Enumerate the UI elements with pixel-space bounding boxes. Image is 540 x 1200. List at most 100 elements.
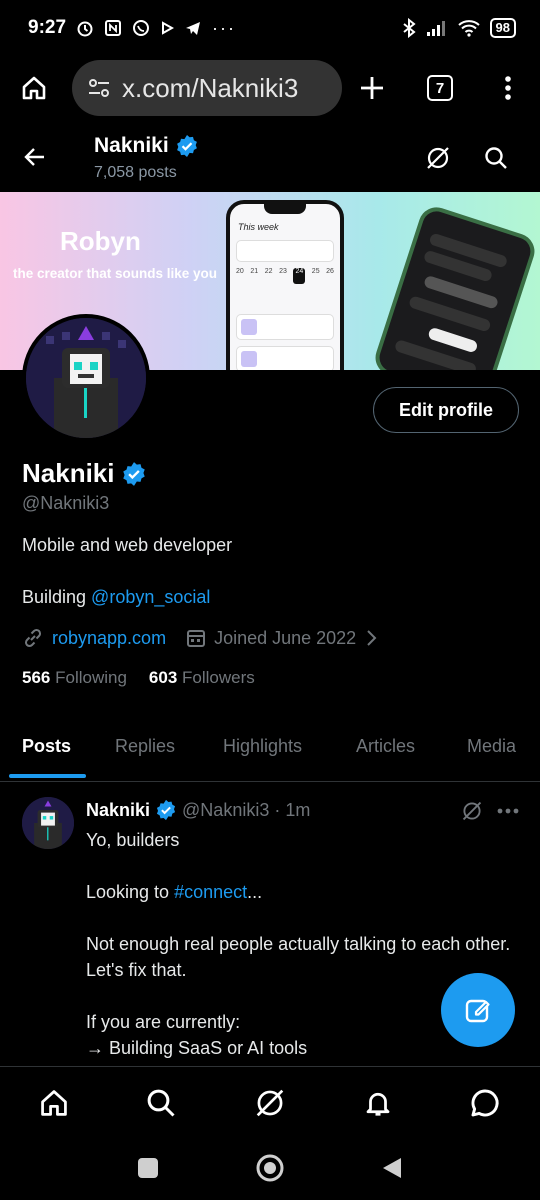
home-icon [41, 1090, 67, 1116]
profile-tabs: Posts Replies Highlights Articles Media [0, 720, 540, 782]
verified-badge-icon [156, 799, 176, 821]
system-home-button[interactable] [254, 1152, 286, 1184]
tab-articles[interactable]: Articles [356, 736, 415, 757]
plus-icon [361, 77, 383, 99]
browser-menu-button[interactable] [488, 68, 528, 108]
more-horizontal-icon [497, 808, 519, 814]
verified-badge-icon [122, 461, 145, 486]
url-text[interactable]: x.com/Nakniki3 [122, 73, 332, 104]
new-tab-button[interactable] [352, 68, 392, 108]
edit-profile-button[interactable]: Edit profile [373, 387, 519, 433]
notification-icons: ··· [76, 18, 236, 39]
tab-count: 7 [427, 75, 453, 101]
joined-date: Joined June 2022 [214, 627, 357, 648]
banner-subtitle: the creator that sounds like you [12, 266, 218, 281]
tab-posts[interactable]: Posts [22, 736, 71, 757]
following-label: Following [55, 668, 127, 687]
recents-button[interactable] [134, 1154, 162, 1182]
profile-top-bar: Nakniki 7,058 posts [0, 124, 540, 192]
mention-link[interactable]: @robyn_social [91, 587, 210, 607]
signal-icon [426, 21, 445, 36]
post-avatar[interactable] [22, 797, 74, 849]
post-more-button[interactable] [494, 797, 522, 825]
banner-title: Robyn [60, 226, 141, 256]
tab-switcher-button[interactable]: 7 [420, 68, 460, 108]
address-bar[interactable]: x.com/Nakniki3 [72, 60, 342, 116]
tab-highlights[interactable]: Highlights [223, 736, 302, 757]
search-icon [485, 147, 507, 169]
active-tab-indicator [9, 774, 86, 778]
nav-messages-button[interactable] [467, 1085, 503, 1121]
banner-phone-light: This week 20 21 22 23 24 25 26 [226, 200, 344, 370]
home-icon [22, 76, 46, 100]
website-link[interactable]: robynapp.com [52, 628, 166, 649]
wifi-icon [457, 20, 480, 37]
post-handle-time: @Nakniki3 · 1m [182, 799, 311, 820]
link-icon [24, 628, 42, 648]
nfc-icon [105, 20, 122, 36]
post-line: Yo, builders [86, 830, 180, 850]
grok-icon [256, 1089, 284, 1117]
system-navigation [0, 1136, 540, 1200]
profile-meta: robynapp.com Joined June 2022 [22, 627, 378, 649]
hashtag-link[interactable]: #connect [174, 882, 247, 902]
banner-phone-heading: This week [238, 222, 279, 232]
battery-indicator: 98 [489, 18, 516, 38]
following-link[interactable]: 566 Following [22, 668, 127, 688]
telegram-icon [186, 22, 201, 35]
header-name-row: Nakniki [94, 134, 199, 158]
more-notifications-icon: ··· [212, 17, 237, 38]
search-button[interactable] [480, 142, 512, 174]
following-count: 566 [22, 668, 51, 687]
bio-line: Mobile and web developer [22, 535, 233, 555]
nav-notifications-button[interactable] [360, 1085, 396, 1121]
browser-toolbar: x.com/Nakniki3 7 [0, 56, 540, 120]
profile-avatar[interactable] [22, 314, 150, 442]
grok-button[interactable] [422, 142, 454, 174]
browser-home-button[interactable] [14, 68, 54, 108]
post-line: → Building SaaS or AI tools [86, 1038, 308, 1058]
status-bar: 9:27 ··· 98 [0, 0, 540, 56]
square-icon [138, 1158, 158, 1178]
site-settings-icon[interactable] [86, 75, 112, 101]
tab-replies[interactable]: Replies [115, 736, 175, 757]
followers-link[interactable]: 603 Followers [149, 668, 255, 688]
system-icons: 98 [402, 18, 516, 38]
post-author[interactable]: Nakniki [86, 800, 150, 821]
status-time: 9:27 [28, 17, 67, 38]
profile-name-row: Nakniki [22, 458, 147, 489]
system-back-button[interactable] [378, 1154, 406, 1182]
compose-icon [465, 999, 490, 1023]
whatsapp-icon [133, 20, 150, 36]
triangle-back-icon [383, 1158, 401, 1178]
header-name: Nakniki [94, 134, 169, 157]
post-line-connect: Looking to #connect... [86, 882, 263, 902]
grok-icon [462, 801, 482, 821]
chevron-right-icon[interactable] [364, 629, 378, 647]
chat-bubble-icon [471, 1089, 499, 1117]
arrow-left-icon [24, 148, 44, 166]
nav-home-button[interactable] [36, 1085, 72, 1121]
circle-icon [256, 1154, 284, 1182]
back-button[interactable] [18, 140, 52, 174]
follow-stats: 566 Following 603 Followers [22, 668, 255, 688]
alarm-icon [77, 21, 93, 37]
bluetooth-icon [402, 18, 416, 38]
followers-count: 603 [148, 668, 178, 687]
verified-badge-icon [176, 135, 197, 157]
post-header: Nakniki @Nakniki3 · 1m [86, 799, 310, 821]
followers-label: Followers [182, 668, 255, 687]
more-vertical-icon [505, 76, 511, 100]
profile-name: Nakniki [22, 458, 115, 488]
compose-post-button[interactable] [441, 973, 515, 1047]
nav-search-button[interactable] [143, 1085, 179, 1121]
search-icon [147, 1089, 175, 1117]
bio-building-line: Building @robyn_social [22, 587, 210, 608]
tab-media[interactable]: Media [467, 736, 516, 757]
nav-grok-button[interactable] [252, 1085, 288, 1121]
banner-phone-dark [370, 202, 540, 370]
post-line: Not enough real people actually talking … [86, 934, 511, 980]
calendar-icon [187, 630, 206, 647]
post-grok-button[interactable] [458, 797, 486, 825]
avatar-ghost-image [22, 797, 74, 849]
